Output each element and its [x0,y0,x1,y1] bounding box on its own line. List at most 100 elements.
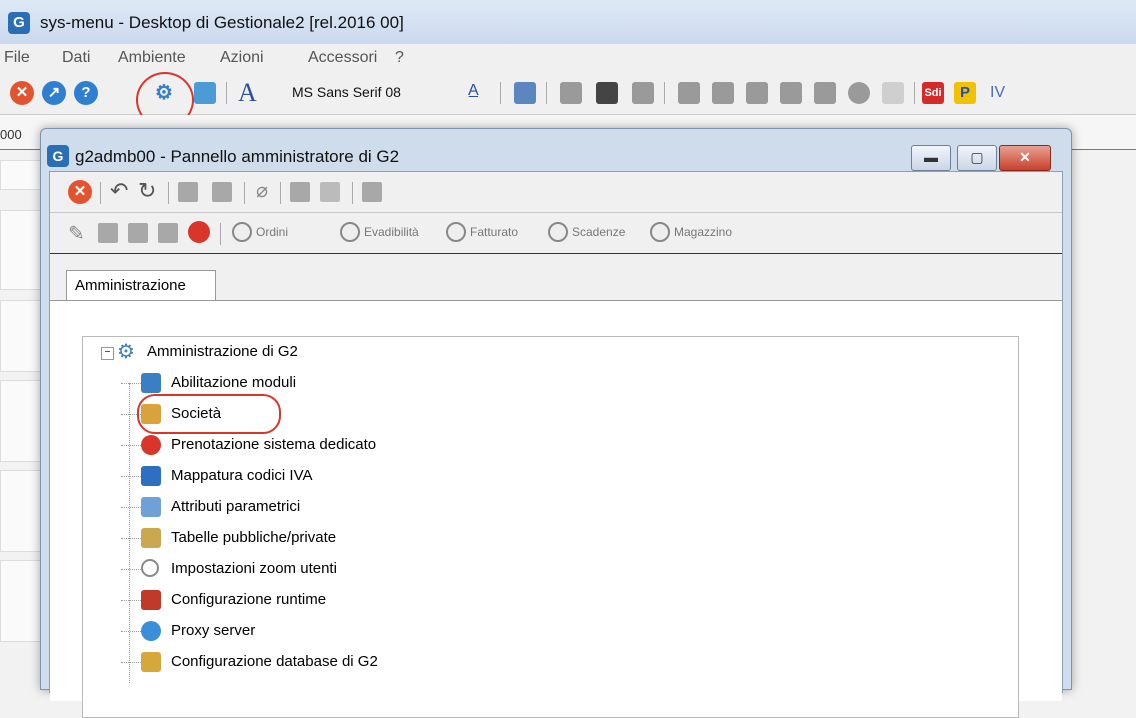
panel-logo-icon: G [47,145,69,167]
toolbar-separator [352,182,353,204]
admin-panel-window: G g2admb00 - Pannello amministratore di … [40,128,1072,718]
desktop-tile-ring[interactable] [0,380,42,462]
binoculars-icon[interactable] [178,182,198,202]
window2-icon[interactable] [882,82,904,104]
toolbar-separator [280,182,281,204]
tree-item-label: Tabelle pubbliche/private [171,529,337,546]
gears-icon: ⚙ [117,341,135,363]
new-doc-icon[interactable] [98,223,118,243]
magnifier-icon [141,559,159,577]
sdi-icon[interactable]: Sdi [922,82,944,104]
font-label[interactable]: MS Sans Serif 08 [292,84,401,100]
app-logo-icon: G [8,12,30,34]
panel-toolbar-1: ✕ ↶ ↻ ⌀ [50,172,1062,213]
tree-item-label: Configurazione runtime [171,591,327,608]
maximize-button[interactable]: ▢ [957,145,997,171]
window-title: sys-menu - Desktop di Gestionale2 [rel.2… [40,13,404,32]
binoculars-icon[interactable] [560,82,582,104]
menu-file[interactable]: File [4,49,30,67]
iv-icon[interactable]: IV [990,84,1005,102]
minimize-button[interactable]: ▬ [911,145,951,171]
binoculars-next-icon[interactable] [212,182,232,202]
menu-ambiente[interactable]: Ambiente [118,49,186,67]
help-icon[interactable]: ? [74,81,98,105]
menu-azioni[interactable]: Azioni [220,49,264,67]
forbidden-icon [141,435,161,455]
highlight-ring-societa [137,394,281,434]
copy-icon[interactable] [290,182,310,202]
close-button[interactable]: ✕ [999,145,1051,171]
exit-icon[interactable]: ✕ [10,81,34,105]
scadenze-button[interactable]: Scadenze [572,225,625,239]
doc2-icon[interactable] [746,82,768,104]
search-icon[interactable] [188,221,210,243]
desktop-tile-doc[interactable] [0,470,42,552]
desktop-tile-star[interactable] [0,300,42,372]
menu-dati[interactable]: Dati [62,49,90,67]
tree-expander[interactable]: − [101,347,114,360]
font-icon[interactable]: A [238,78,257,108]
toolbar-separator [226,82,227,104]
menu-accessori[interactable]: Accessori [308,49,377,67]
toolbar-separator [100,182,101,204]
book-icon[interactable] [780,82,802,104]
database-config-icon [141,652,161,672]
tab-amministrazione[interactable]: Amministrazione [66,270,216,300]
key-module-icon [141,373,161,393]
window-icon[interactable] [514,82,536,104]
table-icon [141,497,161,517]
menubar: File Dati Ambiente Azioni Accessori ? [0,44,1136,72]
status-code: 000 [0,127,22,142]
star-icon[interactable] [632,82,654,104]
magazzino-icon[interactable] [650,222,670,242]
refresh-icon[interactable]: ↻ [138,178,156,204]
desktop-tile-round[interactable] [0,560,42,642]
duplicate-icon[interactable] [158,223,178,243]
edit-icon[interactable]: ✎ [68,221,85,246]
navigate-icon[interactable]: ↗ [42,81,66,105]
record-icon[interactable] [128,223,148,243]
tree-item-label: Configurazione database di G2 [171,653,378,670]
panel-toolbar-2: ✎ Ordini Evadibilità Fatturato Scadenze … [50,213,1062,254]
toolbar-separator [220,223,221,245]
desktop-tile-logo[interactable] [0,210,42,290]
runtime-icon [141,590,161,610]
tree-root[interactable]: Amministrazione di G2 [147,343,298,360]
shape-icon[interactable] [712,82,734,104]
main-title-bar: G sys-menu - Desktop di Gestionale2 [rel… [0,0,1136,44]
tree-item-label: Attributi parametrici [171,498,301,515]
attach-icon[interactable]: ⌀ [256,178,268,203]
settings-panel-icon[interactable] [194,82,216,104]
doc-icon[interactable] [678,82,700,104]
menu-help[interactable]: ? [395,49,404,67]
magazzino-button[interactable]: Magazzino [674,225,732,239]
tree-item-label: Mappatura codici IVA [171,467,313,484]
panel-client-area: ✕ ↶ ↻ ⌀ ✎ Ordini Evadibilità Fatturato S… [49,171,1063,718]
exit-icon[interactable]: ✕ [68,180,92,204]
evadibilita-icon[interactable] [340,222,360,242]
tree-item-label: Prenotazione sistema dedicato [171,436,377,453]
toolbar-separator [546,82,547,104]
tab-page: − ⚙ Amministrazione di G2 Abilitazione m… [50,300,1062,718]
p-icon[interactable]: P [954,82,976,104]
evadibilita-button[interactable]: Evadibilità [364,225,419,239]
toolbar-separator [664,82,665,104]
panel-title: g2admb00 - Pannello amministratore di G2 [75,147,400,166]
ordini-icon[interactable] [232,222,252,242]
tools-icon[interactable] [362,182,382,202]
globe-icon[interactable] [848,82,870,104]
layout-icon[interactable] [320,182,340,202]
fatturato-button[interactable]: Fatturato [470,225,518,239]
ordini-button[interactable]: Ordini [256,225,288,239]
lock-table-icon [141,528,161,548]
tree-item-label: Impostazioni zoom utenti [171,560,337,577]
undo-icon[interactable]: ↶ [110,178,128,204]
desktop-tile[interactable] [0,160,42,190]
toolbar-separator [914,82,915,104]
binoculars-next-icon[interactable] [596,82,618,104]
font-size-icon[interactable]: A̲ [468,82,479,100]
fatturato-icon[interactable] [446,222,466,242]
tree-connector [129,383,130,683]
book2-icon[interactable] [814,82,836,104]
scadenze-icon[interactable] [548,222,568,242]
